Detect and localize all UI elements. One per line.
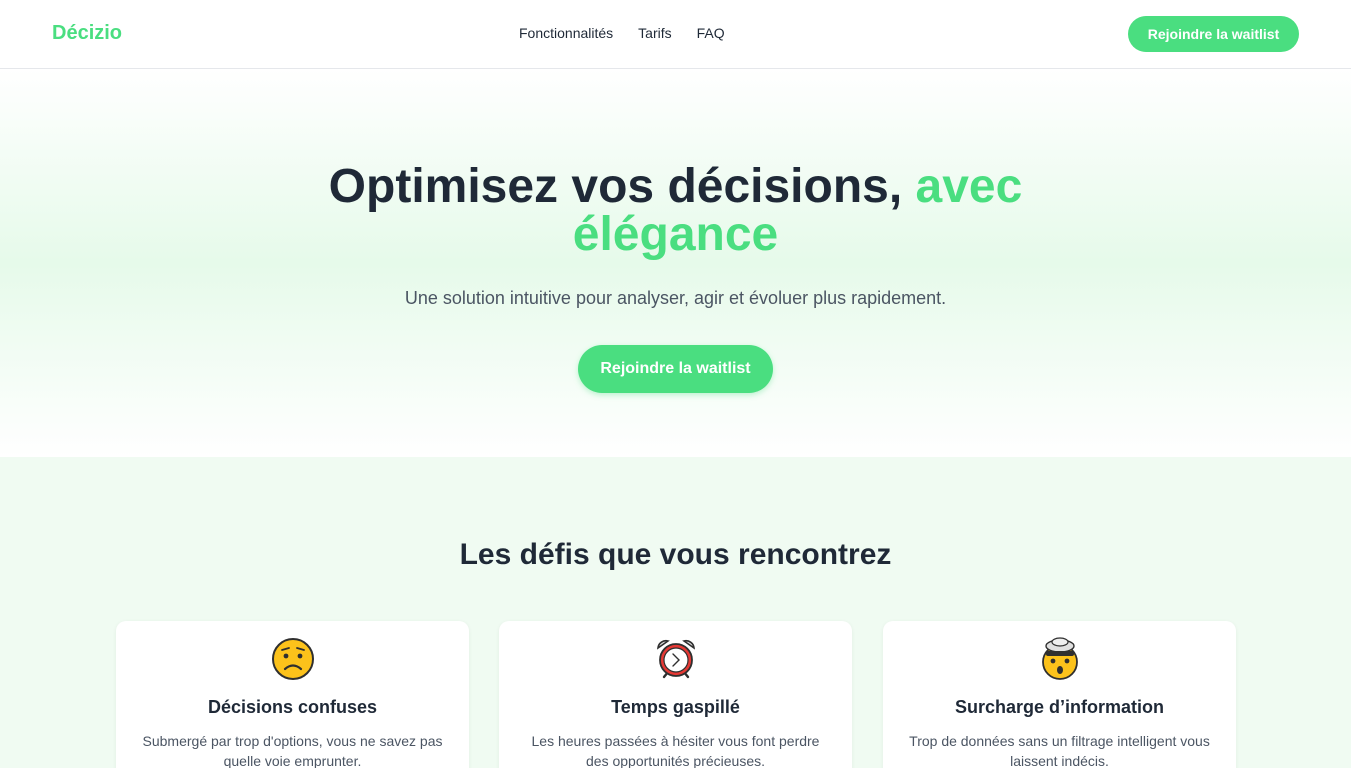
nav-link-pricing[interactable]: Tarifs: [638, 25, 671, 41]
nav-link-faq[interactable]: FAQ: [697, 25, 725, 41]
card-title: Décisions confuses: [207, 697, 378, 717]
card-text: Trop de données sans un filtrage intelli…: [909, 733, 1210, 768]
challenge-card-time: Temps gaspillé Les heures passées à hési…: [499, 621, 852, 768]
exploding-head-icon: [883, 637, 1236, 681]
hero-title-main: Optimisez vos décisions,: [328, 160, 903, 213]
nav-links: Fonctionnalités Tarifs FAQ: [519, 25, 725, 41]
navbar: Décizio Fonctionnalités Tarifs FAQ Rejoi…: [0, 0, 1351, 69]
hero-section: Optimisez vos décisions, avec élégance U…: [0, 69, 1351, 457]
hero-title: Optimisez vos décisions, avec élégance: [275, 163, 1076, 259]
card-text: Les heures passées à hésiter vous font p…: [531, 733, 820, 768]
challenge-card-confused: Décisions confuses Submergé par trop d'o…: [116, 621, 469, 768]
join-waitlist-nav-button[interactable]: Rejoindre la waitlist: [1128, 16, 1299, 52]
challenge-card-overload: Surcharge d’information Trop de données …: [883, 621, 1236, 768]
card-title: Surcharge d’information: [954, 697, 1165, 717]
worried-face-icon: [116, 637, 469, 681]
section-title: Les défis que vous rencontrez: [459, 538, 892, 571]
card-title: Temps gaspillé: [611, 697, 740, 717]
challenges-section: Les défis que vous rencontrez Décisions …: [0, 457, 1351, 768]
alarm-clock-icon: [499, 637, 852, 681]
nav-link-features[interactable]: Fonctionnalités: [519, 25, 613, 41]
card-text: Submergé par trop d'options, vous ne sav…: [142, 733, 443, 768]
hero-subtitle: Une solution intuitive pour analyser, ag…: [404, 288, 947, 308]
logo[interactable]: Décizio: [52, 22, 122, 45]
join-waitlist-hero-button[interactable]: Rejoindre la waitlist: [578, 345, 773, 393]
